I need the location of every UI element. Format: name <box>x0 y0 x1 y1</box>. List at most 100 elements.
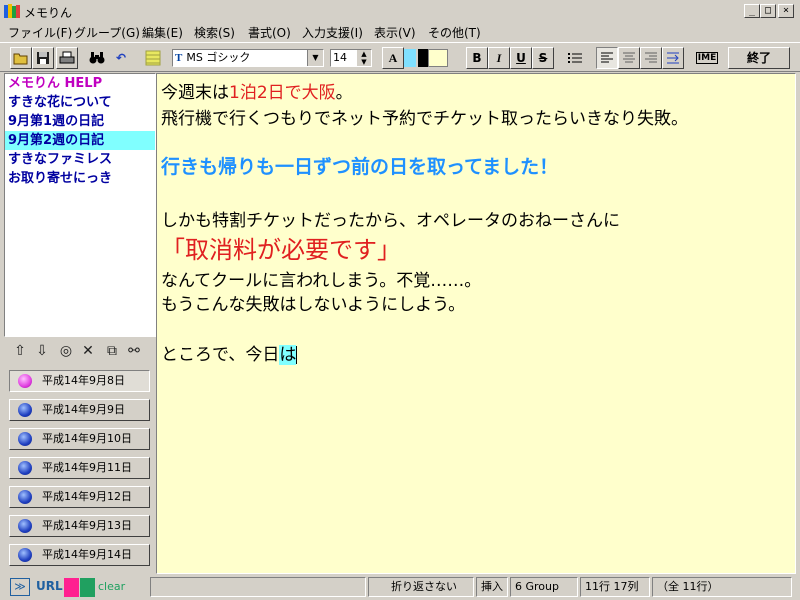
align-center-icon <box>623 52 635 63</box>
menu-search[interactable]: 検索(S) <box>194 24 235 41</box>
italic-button[interactable]: I <box>488 47 510 69</box>
font-size-stepper[interactable]: 14 ▲ ▼ <box>330 49 372 67</box>
url-button[interactable]: URL <box>36 579 63 593</box>
save-button[interactable] <box>32 47 54 69</box>
date-button[interactable]: 平成14年9月9日 <box>9 399 150 421</box>
editor-line: ところで、今日は <box>161 340 298 365</box>
entry-item-sep-week2[interactable]: 9月第2週の日記 <box>5 131 155 150</box>
editor-line: 今週末は1泊2日で大阪。 <box>161 78 353 103</box>
delete-icon[interactable]: ✕ <box>78 342 98 360</box>
toolbar: ↶ T MS ゴシック ▼ 14 ▲ ▼ A B I U S IME 終了 <box>0 42 800 72</box>
move-down-icon[interactable]: ⇩ <box>32 342 52 360</box>
total-lines-status: （全 11行） <box>652 577 792 597</box>
find-button[interactable] <box>86 47 108 69</box>
globe-icon[interactable]: ◎ <box>56 342 76 360</box>
folder-open-icon <box>13 53 28 65</box>
command-icon[interactable]: ≫ <box>10 578 30 596</box>
menu-file[interactable]: ファイル(F) <box>8 24 72 41</box>
entry-item-flowers[interactable]: すきな花について <box>5 93 155 112</box>
truetype-icon: T <box>175 52 183 64</box>
entry-list: メモりん HELP すきな花について 9月第1週の日記 9月第2週の日記 すきな… <box>4 73 156 337</box>
color-swatch-pink[interactable] <box>64 578 79 597</box>
editor-line: 飛行機で行くつもりでネット予約でチケット取ったらいきなり失敗。 <box>161 109 688 129</box>
editor-line: なんてクールに言われしまう。不覚……。 <box>161 271 482 291</box>
undo-icon: ↶ <box>115 51 127 65</box>
strike-label: S <box>538 51 548 65</box>
color-swatch-cyan[interactable] <box>404 49 416 67</box>
text-run: 今週末は <box>161 83 229 103</box>
menu-input-assist[interactable]: 入力支援(I) <box>302 24 363 41</box>
memo-editor[interactable]: 今週末は1泊2日で大阪。 飛行機で行くつもりでネット予約でチケット取ったらいきな… <box>156 73 796 574</box>
date-button[interactable]: 平成14年9月13日 <box>9 515 150 537</box>
chevron-down-icon[interactable]: ▼ <box>307 50 323 66</box>
ime-label: IME <box>695 52 719 64</box>
app-window: メモりん _ □ × ファイル(F) グループ(G) 編集(E) 検索(S) 書… <box>0 0 800 600</box>
menu-view[interactable]: 表示(V) <box>374 24 416 41</box>
grid-icon <box>145 50 161 66</box>
print-button[interactable] <box>56 47 78 69</box>
globe-icon <box>18 548 32 562</box>
date-button[interactable]: 平成14年9月11日 <box>9 457 150 479</box>
align-left-button[interactable] <box>596 47 618 69</box>
date-label: 平成14年9月10日 <box>42 432 132 445</box>
bold-button[interactable]: B <box>466 47 488 69</box>
text-caret <box>296 346 298 364</box>
bold-label: B <box>472 51 482 65</box>
open-button[interactable] <box>10 47 32 69</box>
strikethrough-button[interactable]: S <box>532 47 554 69</box>
list-view-button[interactable] <box>142 47 164 69</box>
clear-button[interactable]: clear <box>98 580 125 593</box>
underline-button[interactable]: U <box>510 47 532 69</box>
exit-button[interactable]: 終了 <box>728 47 790 69</box>
exit-label: 終了 <box>746 51 771 65</box>
spin-arrows-icon[interactable]: ▲ ▼ <box>357 50 371 66</box>
binoculars-icon <box>89 52 105 64</box>
binoculars-search-icon[interactable]: ⚯ <box>124 342 144 360</box>
menu-group[interactable]: グループ(G) <box>74 24 140 41</box>
underline-label: U <box>516 51 526 65</box>
floppy-icon <box>37 52 49 64</box>
wrap-status: 折り返さない <box>368 577 474 597</box>
editor-line-blue: 行きも帰りも一日ずつ前の日を取ってました！ <box>161 156 559 178</box>
menu-bar: ファイル(F) グループ(G) 編集(E) 検索(S) 書式(O) 入力支援(I… <box>0 22 800 42</box>
date-button[interactable]: 平成14年9月14日 <box>9 544 150 566</box>
entry-item-order-diary[interactable]: お取り寄せにっき <box>5 169 155 188</box>
printer-icon <box>59 51 75 64</box>
entry-item-help[interactable]: メモりん HELP <box>5 74 155 93</box>
menu-format[interactable]: 書式(O) <box>248 24 291 41</box>
maximize-button[interactable]: □ <box>760 4 776 18</box>
indent-button[interactable] <box>662 47 684 69</box>
globe-icon <box>18 403 32 417</box>
menu-edit[interactable]: 編集(E) <box>142 24 183 41</box>
entry-item-sep-week1[interactable]: 9月第1週の日記 <box>5 112 155 131</box>
italic-label: I <box>496 51 502 65</box>
bullet-list-icon <box>568 53 582 63</box>
text-color-button[interactable]: A <box>382 47 404 69</box>
date-button[interactable]: 平成14年9月10日 <box>9 428 150 450</box>
move-up-icon[interactable]: ⇧ <box>10 342 30 360</box>
align-center-button[interactable] <box>618 47 640 69</box>
align-left-icon <box>601 52 613 63</box>
globe-pink-icon <box>18 374 32 388</box>
bullet-list-button[interactable] <box>564 47 586 69</box>
minimize-button[interactable]: _ <box>744 4 760 18</box>
entry-item-family-restaurant[interactable]: すきなファミレス <box>5 150 155 169</box>
group-count-status: 6 Group <box>510 577 578 597</box>
indent-arrow-icon <box>667 52 679 64</box>
copy-icon[interactable]: ⧉ <box>102 342 122 360</box>
date-button[interactable]: 平成14年9月12日 <box>9 486 150 508</box>
status-panel-empty <box>150 577 366 597</box>
ime-button[interactable]: IME <box>694 47 720 69</box>
color-swatch-background[interactable] <box>428 49 448 67</box>
window-title: メモりん <box>24 6 73 20</box>
align-right-button[interactable] <box>640 47 662 69</box>
color-swatch-green[interactable] <box>80 578 95 597</box>
color-swatch-black[interactable] <box>418 49 428 67</box>
font-select[interactable]: T MS ゴシック ▼ <box>172 49 324 67</box>
undo-button[interactable]: ↶ <box>110 47 132 69</box>
editor-line-red-large: 「取消料が必要です」 <box>161 236 401 264</box>
date-button[interactable]: 平成14年9月8日 <box>9 370 150 392</box>
date-label: 平成14年9月14日 <box>42 548 132 561</box>
menu-other[interactable]: その他(T) <box>428 24 481 41</box>
close-button[interactable]: × <box>778 4 794 18</box>
